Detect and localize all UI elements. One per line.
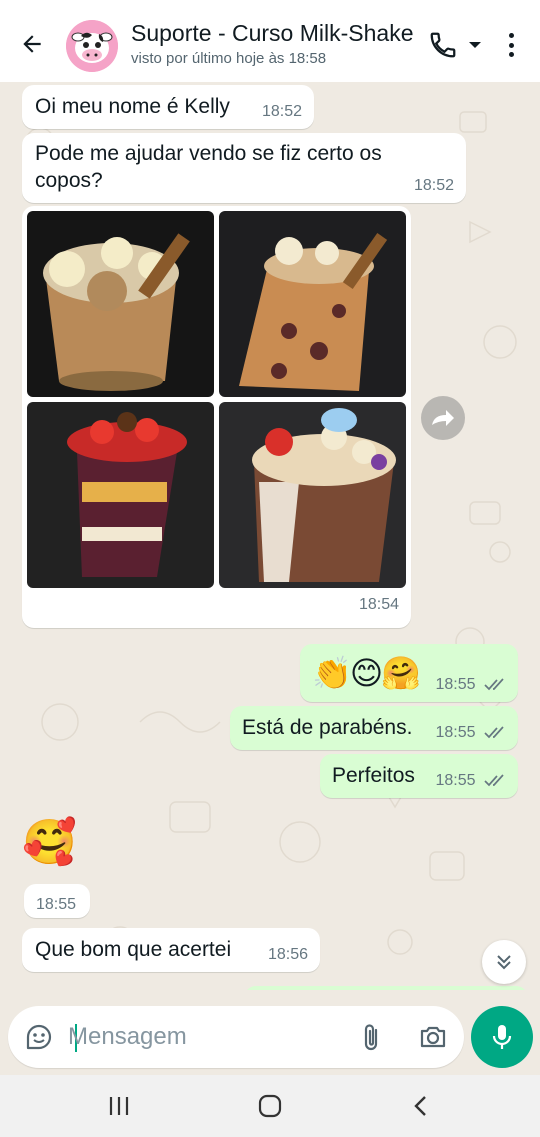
home-icon[interactable]: [255, 1091, 285, 1121]
message-time: 18:55: [436, 719, 507, 746]
message-time: 18:56: [267, 946, 308, 963]
recent-apps-icon[interactable]: [104, 1091, 134, 1121]
photo-album-bubble[interactable]: 18:54: [22, 206, 411, 628]
message-emoji: 👏😊🤗: [312, 655, 421, 691]
message-bubble-incoming[interactable]: Pode me ajudar vendo se fiz certo os cop…: [22, 133, 466, 203]
album-photo-3[interactable]: [27, 402, 214, 588]
message-bubble-outgoing[interactable]: Perfeitos 18:55: [320, 754, 518, 798]
message-time: 18:55: [436, 767, 507, 794]
contact-info[interactable]: Suporte - Curso Milk-Shake visto por últ…: [131, 18, 421, 70]
message-text: Perfeitos: [332, 764, 415, 787]
message-text: Pode me ajudar vendo se fiz certo os cop…: [35, 142, 382, 192]
phone-icon[interactable]: [428, 30, 458, 60]
chat-header: Suporte - Curso Milk-Shake visto por últ…: [0, 0, 540, 82]
message-text: Que bom que acertei: [35, 938, 232, 961]
forward-icon[interactable]: [421, 396, 465, 440]
caret-down-icon[interactable]: [466, 38, 484, 52]
double-check-icon: [484, 726, 504, 739]
message-time-bubble: 18:55: [24, 884, 90, 918]
system-back-icon[interactable]: [406, 1091, 436, 1121]
message-text: Está de parabéns.: [242, 716, 413, 739]
last-seen: visto por último hoje às 18:58: [131, 50, 327, 67]
album-photo-1[interactable]: [27, 211, 214, 397]
system-nav-bar: [0, 1075, 540, 1137]
message-composer: [8, 1006, 464, 1068]
album-photo-4[interactable]: [219, 402, 406, 588]
message-time: 18:54: [358, 596, 399, 613]
double-chevron-down-icon[interactable]: [482, 940, 526, 984]
message-bubble-outgoing[interactable]: Está de parabéns. 18:55: [230, 706, 518, 750]
message-input[interactable]: [68, 1018, 338, 1056]
camera-icon[interactable]: [418, 1022, 448, 1052]
message-bubble-outgoing[interactable]: 👏😊🤗 18:55: [300, 644, 518, 702]
more-vertical-icon[interactable]: [500, 30, 522, 60]
message-bubble-outgoing[interactable]: [244, 986, 528, 990]
back-arrow-icon[interactable]: [16, 28, 48, 60]
message-text: Oi meu nome é Kelly: [35, 95, 230, 118]
double-check-icon: [484, 678, 504, 691]
message-time: 18:52: [261, 103, 302, 120]
contact-avatar[interactable]: [66, 20, 118, 72]
message-bubble-incoming[interactable]: Que bom que acertei 18:56: [22, 928, 320, 972]
album-photo-2[interactable]: [219, 211, 406, 397]
paperclip-icon[interactable]: [358, 1022, 386, 1052]
emoji-message[interactable]: 🥰: [22, 818, 77, 868]
double-check-icon: [484, 774, 504, 787]
microphone-icon[interactable]: [471, 1006, 533, 1068]
chat-area[interactable]: Oi meu nome é Kelly 18:52 Pode me ajudar…: [0, 82, 540, 990]
contact-name: Suporte - Curso Milk-Shake: [131, 20, 414, 46]
sticker-icon[interactable]: [24, 1022, 54, 1052]
message-bubble-incoming[interactable]: Oi meu nome é Kelly 18:52: [22, 85, 314, 129]
message-time: 18:55: [436, 671, 507, 698]
message-time: 18:52: [413, 177, 454, 194]
